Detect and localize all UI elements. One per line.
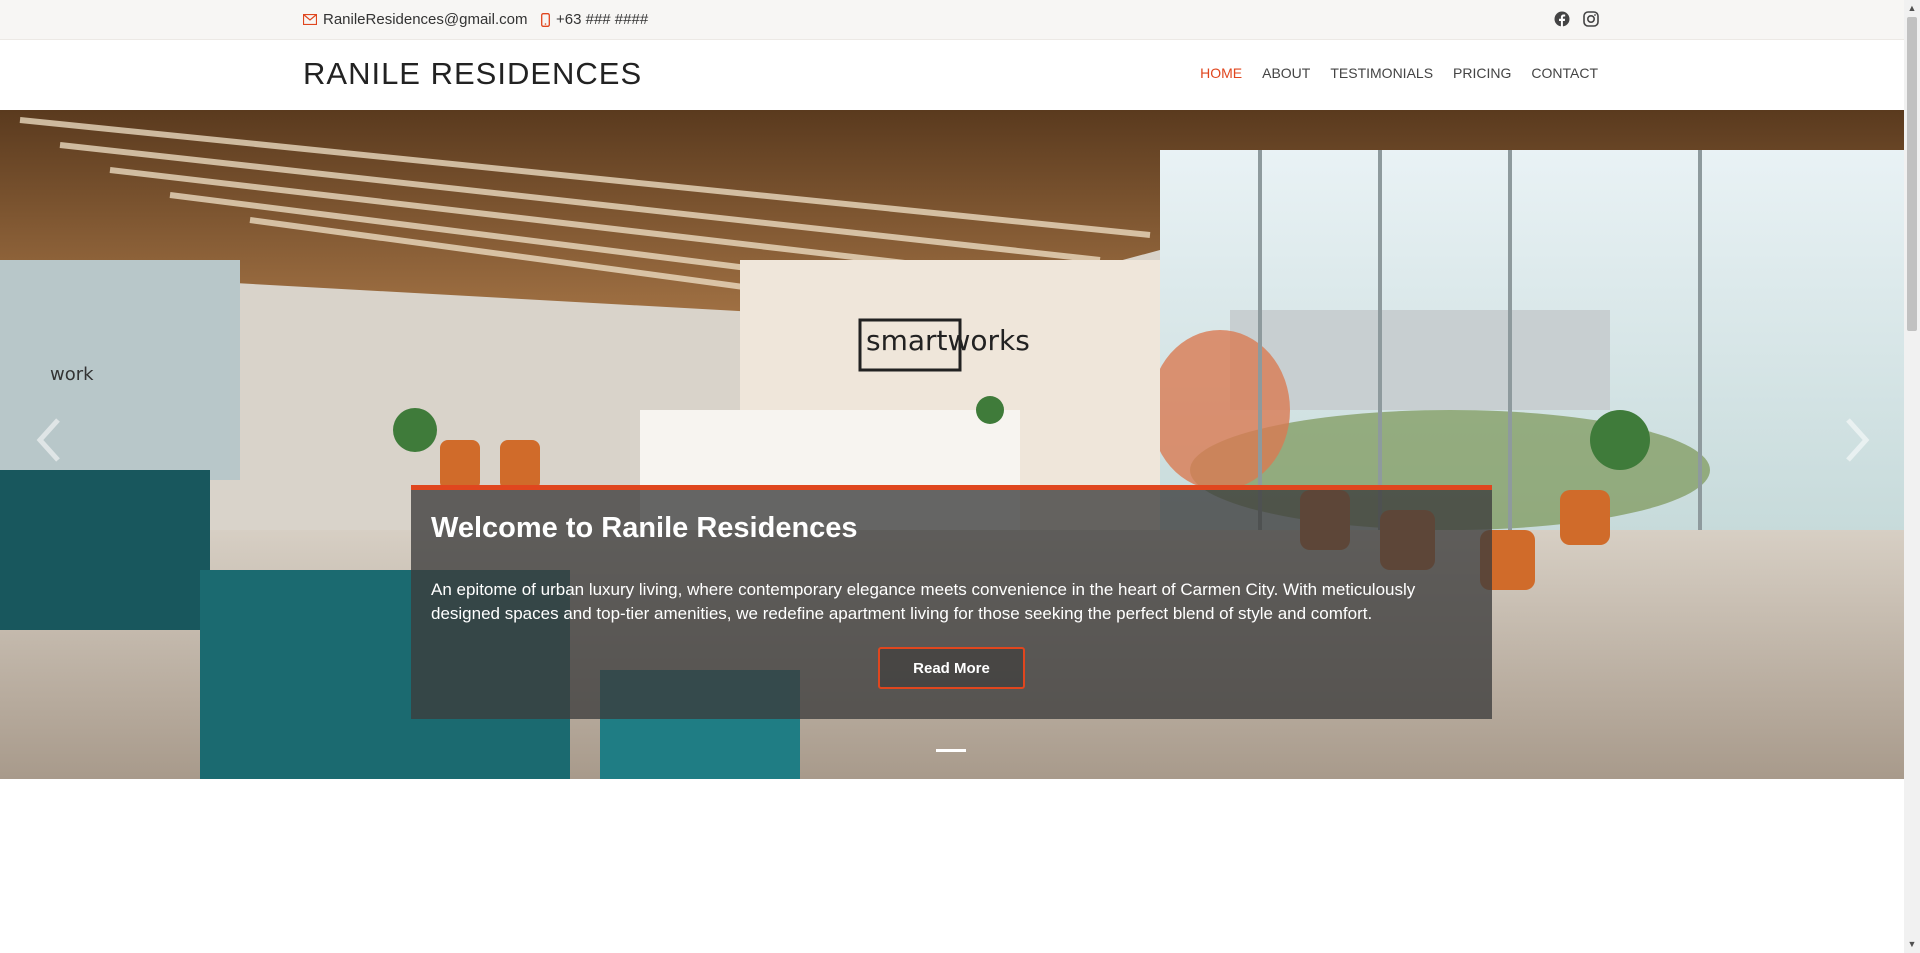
hero-carousel: smartworks work Welcome to Ranile Reside… [0, 110, 1904, 779]
hero-description: An epitome of urban luxury living, where… [431, 580, 1416, 623]
nav-item-contact[interactable]: CONTACT [1531, 65, 1598, 81]
scroll-down-icon[interactable]: ▼ [1907, 938, 1917, 950]
phone-icon [541, 12, 550, 27]
nav-item-testimonials[interactable]: TESTIMONIALS [1330, 65, 1433, 81]
phone-text: +63 ### #### [556, 11, 649, 28]
social-links [1554, 11, 1599, 27]
read-more-button[interactable]: Read More [878, 647, 1025, 689]
main-menu: HOME ABOUT TESTIMONIALS PRICING CONTACT [1200, 65, 1598, 81]
hero-caption: Welcome to Ranile Residences An epitome … [411, 485, 1492, 719]
chevron-left-icon [36, 418, 60, 462]
envelope-icon [303, 14, 317, 25]
carousel-next-button[interactable] [1838, 410, 1878, 470]
page-scrollbar[interactable]: ▲ ▼ [1904, 0, 1920, 953]
email-text: RanileResidences@gmail.com [323, 11, 528, 28]
contact-phone[interactable]: +63 ### #### [541, 11, 648, 28]
nav-item-pricing[interactable]: PRICING [1453, 65, 1511, 81]
signage-text: smartworks [866, 324, 1030, 357]
scroll-up-icon[interactable]: ▲ [1907, 2, 1917, 14]
carousel-indicator[interactable] [936, 749, 966, 752]
facebook-icon[interactable] [1554, 11, 1570, 27]
top-bar: RanileResidences@gmail.com +63 ### #### [0, 0, 1904, 40]
contact-email[interactable]: RanileResidences@gmail.com [303, 11, 527, 28]
wall-sign-text: work [50, 364, 94, 385]
main-navbar: RANILE RESIDENCES HOME ABOUT TESTIMONIAL… [0, 40, 1904, 110]
scrollbar-thumb[interactable] [1907, 17, 1917, 331]
site-logo-text[interactable]: RANILE RESIDENCES [303, 56, 642, 92]
nav-item-about[interactable]: ABOUT [1262, 65, 1310, 81]
hero-title: Welcome to Ranile Residences [431, 512, 858, 544]
carousel-prev-button[interactable] [28, 410, 68, 470]
nav-item-home[interactable]: HOME [1200, 65, 1242, 81]
chevron-right-icon [1846, 418, 1870, 462]
instagram-icon[interactable] [1583, 11, 1599, 27]
